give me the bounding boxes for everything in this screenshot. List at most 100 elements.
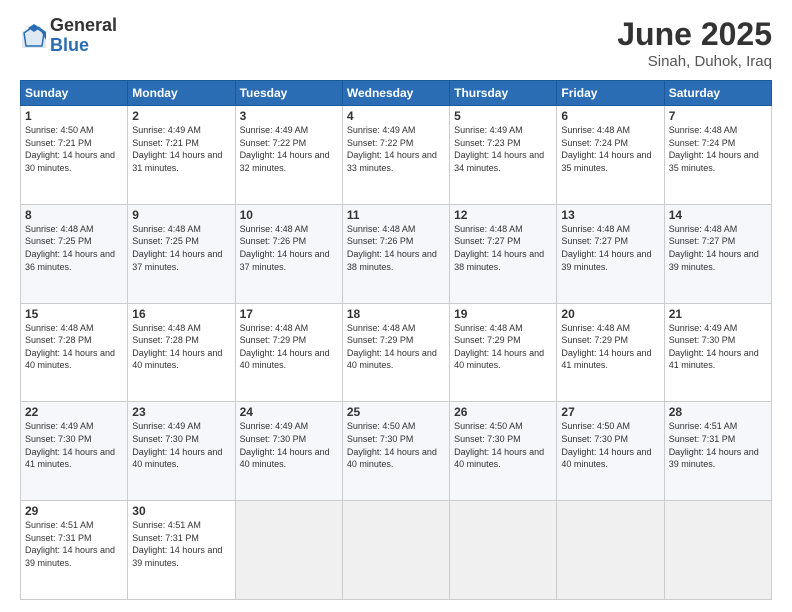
day-number: 10 [240, 208, 338, 222]
table-row: 22Sunrise: 4:49 AMSunset: 7:30 PMDayligh… [21, 402, 128, 501]
logo-general: General [50, 16, 117, 36]
day-number: 13 [561, 208, 659, 222]
table-row: 20Sunrise: 4:48 AMSunset: 7:29 PMDayligh… [557, 303, 664, 402]
day-number: 11 [347, 208, 445, 222]
day-content: Sunrise: 4:48 AMSunset: 7:29 PMDaylight:… [240, 322, 338, 372]
table-row: 19Sunrise: 4:48 AMSunset: 7:29 PMDayligh… [450, 303, 557, 402]
header-thursday: Thursday [450, 81, 557, 106]
logo-text: General Blue [50, 16, 117, 56]
table-row: 29Sunrise: 4:51 AMSunset: 7:31 PMDayligh… [21, 501, 128, 600]
day-number: 18 [347, 307, 445, 321]
table-row: 5Sunrise: 4:49 AMSunset: 7:23 PMDaylight… [450, 106, 557, 205]
day-content: Sunrise: 4:50 AMSunset: 7:30 PMDaylight:… [454, 420, 552, 470]
calendar-table: Sunday Monday Tuesday Wednesday Thursday… [20, 80, 772, 600]
header-sunday: Sunday [21, 81, 128, 106]
table-row: 8Sunrise: 4:48 AMSunset: 7:25 PMDaylight… [21, 204, 128, 303]
header-monday: Monday [128, 81, 235, 106]
table-row: 11Sunrise: 4:48 AMSunset: 7:26 PMDayligh… [342, 204, 449, 303]
day-number: 6 [561, 109, 659, 123]
calendar-week-row: 15Sunrise: 4:48 AMSunset: 7:28 PMDayligh… [21, 303, 772, 402]
day-number: 3 [240, 109, 338, 123]
day-content: Sunrise: 4:49 AMSunset: 7:30 PMDaylight:… [132, 420, 230, 470]
table-row: 14Sunrise: 4:48 AMSunset: 7:27 PMDayligh… [664, 204, 771, 303]
logo-icon [20, 22, 48, 50]
day-content: Sunrise: 4:48 AMSunset: 7:29 PMDaylight:… [454, 322, 552, 372]
table-row: 6Sunrise: 4:48 AMSunset: 7:24 PMDaylight… [557, 106, 664, 205]
table-row: 24Sunrise: 4:49 AMSunset: 7:30 PMDayligh… [235, 402, 342, 501]
day-content: Sunrise: 4:48 AMSunset: 7:27 PMDaylight:… [561, 223, 659, 273]
day-content: Sunrise: 4:49 AMSunset: 7:22 PMDaylight:… [240, 124, 338, 174]
calendar-header-row: Sunday Monday Tuesday Wednesday Thursday… [21, 81, 772, 106]
table-row: 21Sunrise: 4:49 AMSunset: 7:30 PMDayligh… [664, 303, 771, 402]
table-row: 15Sunrise: 4:48 AMSunset: 7:28 PMDayligh… [21, 303, 128, 402]
day-content: Sunrise: 4:48 AMSunset: 7:29 PMDaylight:… [561, 322, 659, 372]
day-content: Sunrise: 4:50 AMSunset: 7:21 PMDaylight:… [25, 124, 123, 174]
calendar-week-row: 22 Sunrise: 4:49 AMSunset: 7:30 PMDayligh… [21, 402, 772, 501]
table-row: 27Sunrise: 4:50 AMSunset: 7:30 PMDayligh… [557, 402, 664, 501]
title-month: June 2025 [617, 16, 772, 53]
day-content: Sunrise: 4:49 AMSunset: 7:30 PMDaylight:… [669, 322, 767, 372]
table-row [557, 501, 664, 600]
table-row: 7Sunrise: 4:48 AMSunset: 7:24 PMDaylight… [664, 106, 771, 205]
day-number: 23 [132, 405, 230, 419]
table-row: 16Sunrise: 4:48 AMSunset: 7:28 PMDayligh… [128, 303, 235, 402]
table-row: 18Sunrise: 4:48 AMSunset: 7:29 PMDayligh… [342, 303, 449, 402]
day-number: 28 [669, 405, 767, 419]
day-content: Sunrise: 4:49 AMSunset: 7:22 PMDaylight:… [347, 124, 445, 174]
day-number: 5 [454, 109, 552, 123]
header-saturday: Saturday [664, 81, 771, 106]
day-number: 8 [25, 208, 123, 222]
day-number: 29 [25, 504, 123, 518]
day-content: Sunrise: 4:48 AMSunset: 7:25 PMDaylight:… [132, 223, 230, 273]
table-row: 23Sunrise: 4:49 AMSunset: 7:30 PMDayligh… [128, 402, 235, 501]
day-content: Sunrise: 4:48 AMSunset: 7:27 PMDaylight:… [669, 223, 767, 273]
table-row: 28Sunrise: 4:51 AMSunset: 7:31 PMDayligh… [664, 402, 771, 501]
calendar-week-row: 29Sunrise: 4:51 AMSunset: 7:31 PMDayligh… [21, 501, 772, 600]
day-number: 24 [240, 405, 338, 419]
day-number: 30 [132, 504, 230, 518]
day-content: Sunrise: 4:51 AMSunset: 7:31 PMDaylight:… [669, 420, 767, 470]
day-number: 12 [454, 208, 552, 222]
day-number: 26 [454, 405, 552, 419]
day-number: 7 [669, 109, 767, 123]
day-content: Sunrise: 4:48 AMSunset: 7:27 PMDaylight:… [454, 223, 552, 273]
table-row: 3Sunrise: 4:49 AMSunset: 7:22 PMDaylight… [235, 106, 342, 205]
day-number: 20 [561, 307, 659, 321]
day-number: 2 [132, 109, 230, 123]
day-content: Sunrise: 4:48 AMSunset: 7:25 PMDaylight:… [25, 223, 123, 273]
header: General Blue June 2025 Sinah, Duhok, Ira… [20, 16, 772, 70]
table-row: 17Sunrise: 4:48 AMSunset: 7:29 PMDayligh… [235, 303, 342, 402]
day-number: 21 [669, 307, 767, 321]
day-number: 16 [132, 307, 230, 321]
logo: General Blue [20, 16, 117, 56]
table-row: 12Sunrise: 4:48 AMSunset: 7:27 PMDayligh… [450, 204, 557, 303]
day-number: 22 [25, 405, 123, 419]
day-content: Sunrise: 4:49 AMSunset: 7:21 PMDaylight:… [132, 124, 230, 174]
table-row: 9Sunrise: 4:48 AMSunset: 7:25 PMDaylight… [128, 204, 235, 303]
calendar-week-row: 8Sunrise: 4:48 AMSunset: 7:25 PMDaylight… [21, 204, 772, 303]
table-row: 30Sunrise: 4:51 AMSunset: 7:31 PMDayligh… [128, 501, 235, 600]
title-location: Sinah, Duhok, Iraq [617, 53, 772, 70]
day-content: Sunrise: 4:48 AMSunset: 7:24 PMDaylight:… [669, 124, 767, 174]
day-number: 14 [669, 208, 767, 222]
table-row: 4Sunrise: 4:49 AMSunset: 7:22 PMDaylight… [342, 106, 449, 205]
day-content: Sunrise: 4:50 AMSunset: 7:30 PMDaylight:… [561, 420, 659, 470]
calendar-week-row: 1Sunrise: 4:50 AMSunset: 7:21 PMDaylight… [21, 106, 772, 205]
day-content: Sunrise: 4:48 AMSunset: 7:24 PMDaylight:… [561, 124, 659, 174]
table-row [235, 501, 342, 600]
header-tuesday: Tuesday [235, 81, 342, 106]
header-wednesday: Wednesday [342, 81, 449, 106]
day-content: Sunrise: 4:51 AMSunset: 7:31 PMDaylight:… [25, 519, 123, 569]
logo-blue: Blue [50, 36, 117, 56]
day-content: Sunrise: 4:48 AMSunset: 7:29 PMDaylight:… [347, 322, 445, 372]
table-row [342, 501, 449, 600]
day-number: 9 [132, 208, 230, 222]
day-content: Sunrise: 4:49 AMSunset: 7:23 PMDaylight:… [454, 124, 552, 174]
day-number: 15 [25, 307, 123, 321]
day-number: 25 [347, 405, 445, 419]
table-row: 13Sunrise: 4:48 AMSunset: 7:27 PMDayligh… [557, 204, 664, 303]
title-block: June 2025 Sinah, Duhok, Iraq [617, 16, 772, 70]
table-row: 26Sunrise: 4:50 AMSunset: 7:30 PMDayligh… [450, 402, 557, 501]
header-friday: Friday [557, 81, 664, 106]
table-row: 2Sunrise: 4:49 AMSunset: 7:21 PMDaylight… [128, 106, 235, 205]
